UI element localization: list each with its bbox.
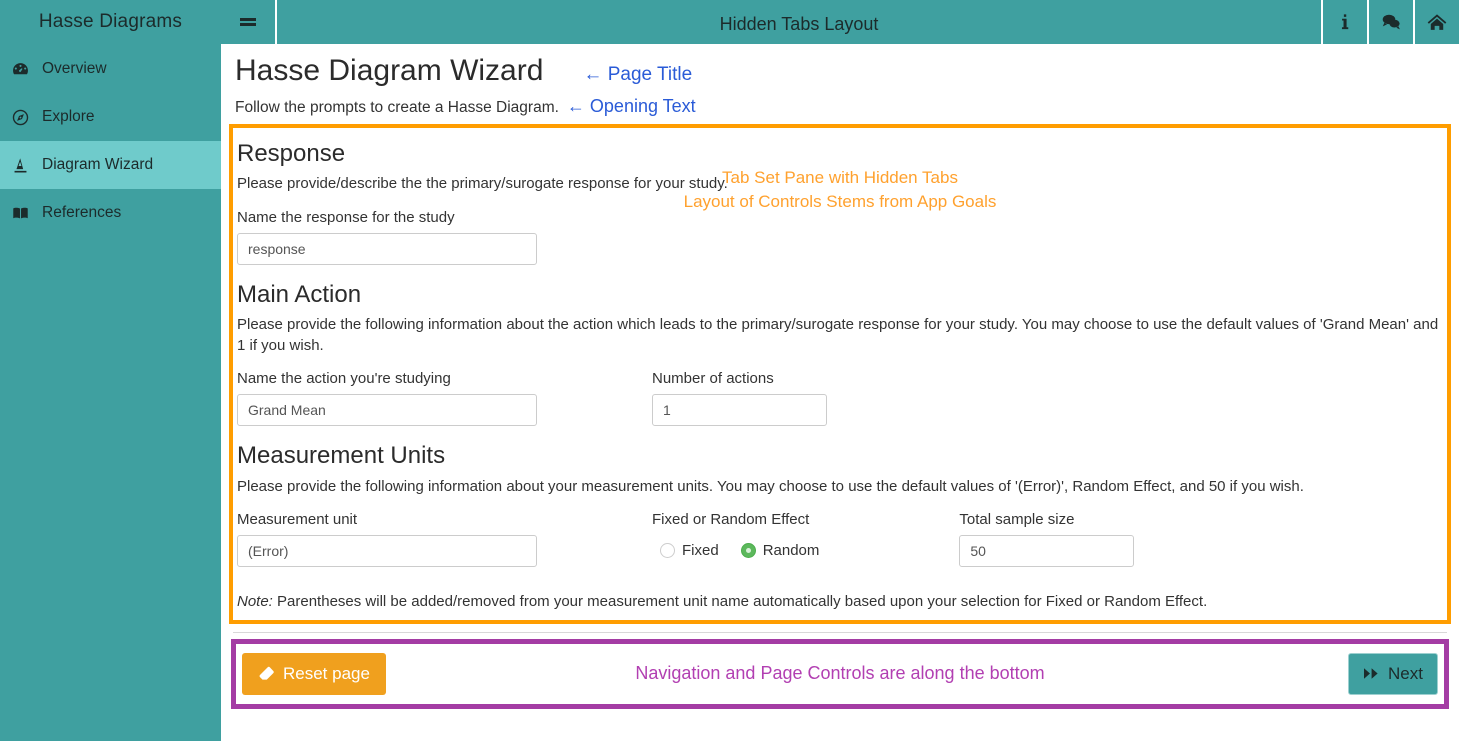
field-label: Number of actions: [652, 369, 774, 387]
reset-page-label: Reset page: [283, 664, 370, 684]
radio-indicator: [740, 543, 756, 559]
sidebar-menu: Overview Explore Diagram Wizard Referenc…: [0, 45, 221, 237]
reset-page-button[interactable]: Reset page: [242, 652, 386, 695]
opening-text: Follow the prompts to create a Hasse Dia…: [235, 98, 559, 116]
hamburger-icon[interactable]: [221, 0, 277, 44]
page-header: Hasse Diagram Wizard ← Page Title Follow…: [229, 44, 1451, 117]
compass-icon: [12, 109, 36, 126]
field-action-name: Name the action you're studying: [237, 370, 537, 426]
page-title-annotation: ← Page Title: [583, 64, 693, 85]
app-root: Hasse Diagrams Overview Explore Diagram …: [0, 0, 1459, 741]
next-label: Next: [1388, 664, 1423, 684]
content-divider: [233, 631, 1447, 633]
field-row: Name the action you're studying Number o…: [237, 370, 1443, 426]
field-row: Name the response for the study: [237, 209, 1443, 265]
field-label: Measurement unit: [237, 510, 358, 528]
page-title-row: Hasse Diagram Wizard ← Page Title: [235, 54, 1445, 89]
section-measurement-units: Measurement Units Please provide the fol…: [237, 442, 1443, 610]
radio-option-random[interactable]: Random: [740, 542, 820, 560]
page-title: Hasse Diagram Wizard: [235, 54, 544, 87]
radio-label: Fixed: [682, 542, 719, 560]
page-navigation-bar: Reset page Navigation and Page Controls …: [231, 638, 1449, 709]
action-name-input[interactable]: [237, 393, 537, 426]
radio-indicator: [660, 543, 675, 559]
section-heading: Main Action: [237, 280, 362, 308]
number-of-actions-stepper[interactable]: [652, 393, 827, 426]
radio-option-fixed[interactable]: Fixed: [660, 542, 719, 559]
total-sample-size-stepper[interactable]: [959, 534, 1135, 567]
topbar-title: Hidden Tabs Layout: [719, 13, 879, 34]
sidebar-brand: Hasse Diagrams: [38, 11, 183, 32]
sidebar-item-overview[interactable]: Overview: [0, 45, 221, 93]
field-label: Fixed or Random Effect: [652, 510, 810, 528]
field-total-sample-size: Total sample size: [959, 510, 1135, 567]
tab-set-pane: Tab Set Pane with Hidden Tabs Layout of …: [229, 123, 1451, 624]
magic-wand-icon: [12, 157, 36, 174]
info-icon[interactable]: [1321, 0, 1367, 44]
response-name-input[interactable]: [237, 232, 537, 265]
sidebar-item-explore[interactable]: Explore: [0, 93, 221, 141]
eraser-icon: [258, 666, 275, 681]
comments-icon[interactable]: [1367, 0, 1413, 44]
sidebar-item-diagram-wizard[interactable]: Diagram Wizard: [0, 141, 221, 189]
section-description: Please provide the following information…: [237, 477, 1304, 495]
section-main-action: Main Action Please provide the following…: [237, 281, 1443, 426]
note-prefix: Note:: [237, 592, 273, 610]
field-number-of-actions: Number of actions: [652, 370, 827, 426]
field-measurement-unit: Measurement unit: [237, 511, 537, 567]
page-content: Hasse Diagram Wizard ← Page Title Follow…: [221, 44, 1459, 741]
sidebar-item-references[interactable]: References: [0, 189, 221, 237]
radio-label: Random: [762, 542, 820, 560]
hamburger-bar: [240, 18, 256, 21]
sidebar: Hasse Diagrams Overview Explore Diagram …: [0, 0, 221, 741]
topbar: Hidden Tabs Layout: [221, 0, 1459, 44]
field-label: Name the action you're studying: [237, 369, 451, 387]
note-text: Parentheses will be added/removed from y…: [272, 592, 1208, 610]
next-button[interactable]: Next: [1348, 652, 1438, 695]
sidebar-item-label: Overview: [42, 60, 107, 77]
measurement-unit-input[interactable]: [237, 534, 537, 567]
section-response: Response Please provide/describe the the…: [237, 140, 1443, 265]
field-label: Total sample size: [959, 510, 1075, 528]
opening-row: Follow the prompts to create a Hasse Dia…: [235, 96, 1445, 117]
fast-forward-icon: [1363, 667, 1380, 680]
measurement-units-note: Note: Parentheses will be added/removed …: [237, 593, 1443, 610]
section-description: Please provide/describe the the primary/…: [237, 175, 728, 193]
opening-text-annotation: ← Opening Text: [566, 95, 696, 116]
section-description: Please provide the following information…: [237, 316, 1439, 354]
home-icon[interactable]: [1413, 0, 1459, 44]
field-response-name: Name the response for the study: [237, 209, 537, 265]
navbar-annotation: Navigation and Page Controls are along t…: [635, 663, 1045, 684]
main-column: Hidden Tabs Layout Hasse Diagram Wizard …: [221, 0, 1459, 741]
section-heading: Measurement Units: [237, 441, 446, 469]
sidebar-item-label: Diagram Wizard: [42, 156, 154, 173]
field-row: Measurement unit Fixed or Random Effect …: [237, 511, 1443, 567]
tachometer-icon: [12, 61, 36, 78]
radio-group-effect-type: Fixed Random: [652, 535, 841, 567]
sidebar-item-label: Explore: [42, 108, 95, 125]
hamburger-bar: [240, 23, 256, 26]
topbar-icon-group: [1321, 0, 1459, 44]
field-fixed-or-random: Fixed or Random Effect Fixed Random: [652, 511, 841, 567]
book-icon: [12, 205, 36, 222]
field-label: Name the response for the study: [237, 208, 455, 226]
sidebar-item-label: References: [42, 204, 122, 221]
section-heading: Response: [237, 139, 346, 167]
